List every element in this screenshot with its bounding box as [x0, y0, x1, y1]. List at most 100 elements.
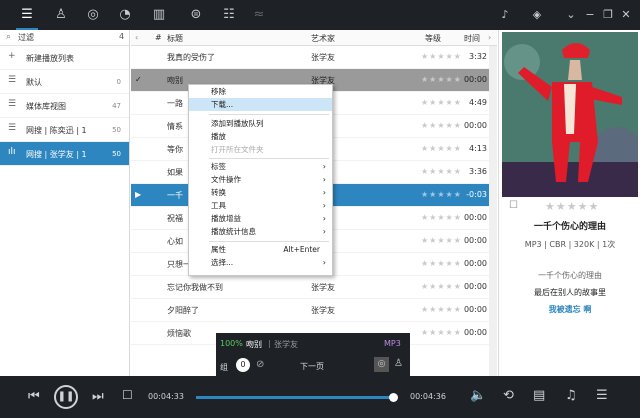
broadcast-icon[interactable]: ≈: [250, 6, 268, 24]
search-icon: ⌕: [6, 32, 12, 42]
lyric-line: 最后在别人的故事里: [534, 288, 606, 297]
menu-item-stats[interactable]: 播放统计信息 ›: [189, 225, 332, 238]
col-num[interactable]: #: [155, 33, 162, 42]
rating-stars[interactable]: ★★★★★: [421, 75, 462, 84]
previous-icon[interactable]: ⏮: [28, 389, 40, 404]
table-row[interactable]: 我真的受伤了 张学友 ★★★★★ 3:32: [131, 46, 497, 69]
rating-stars[interactable]: ★★★★★: [421, 305, 462, 314]
list-icon[interactable]: ☰: [596, 388, 608, 403]
settings-icon[interactable]: ◎: [374, 357, 389, 372]
menu-shortcut: Alt+Enter: [283, 245, 320, 254]
col-rating[interactable]: 等级: [425, 33, 441, 44]
sidebar-item-default[interactable]: ☰ 默认 0: [0, 70, 129, 94]
menu-item-select[interactable]: 选择... ›: [189, 256, 332, 269]
like-icon[interactable]: ☐: [509, 200, 518, 211]
col-artist[interactable]: 艺术家: [311, 33, 335, 44]
chevron-down-icon[interactable]: ⌄: [563, 7, 579, 23]
dial-icon[interactable]: ◔: [116, 6, 134, 24]
restore-icon[interactable]: ❐: [600, 7, 616, 23]
sidebar-item-count: 47: [112, 102, 121, 110]
chevron-right-icon[interactable]: ›: [488, 33, 491, 42]
minimize-icon[interactable]: −: [582, 7, 598, 23]
track-time: 00:00: [463, 75, 487, 84]
pause-button[interactable]: ❚❚: [54, 385, 78, 409]
sidebar-item-count: 0: [116, 78, 121, 86]
total-time: 00:04:36: [410, 392, 446, 401]
filter-bar[interactable]: ⌕ 过滤 4: [0, 30, 129, 46]
menu-item-tools[interactable]: 工具 ›: [189, 199, 332, 212]
filter-label: 过滤: [18, 33, 34, 42]
playing-icon: ▶: [135, 190, 142, 199]
sidebar-item-search-eason[interactable]: ☰ 网搜 | 陈奕迅 | 1 50: [0, 118, 129, 142]
track-time: 00:00: [463, 236, 487, 245]
next-icon[interactable]: ⏭: [92, 389, 104, 404]
menu-item-remove[interactable]: 移除: [189, 85, 332, 98]
track-time: 4:13: [469, 144, 487, 153]
block-icon[interactable]: ⊘: [256, 359, 264, 370]
rating-stars[interactable]: ★★★★★: [421, 98, 462, 107]
bars-icon[interactable]: ▥: [150, 6, 168, 24]
rating-stars[interactable]: ★★★★★: [421, 144, 462, 153]
progress-knob[interactable]: [389, 393, 398, 402]
sidebar-item-library[interactable]: ☰ 媒体库视图 47: [0, 94, 129, 118]
scrollbar[interactable]: [489, 46, 497, 376]
rating-stars[interactable]: ★★★★★: [421, 236, 462, 245]
menu-item-convert[interactable]: 转换 ›: [189, 186, 332, 199]
menu-item-file-ops[interactable]: 文件操作 ›: [189, 173, 332, 186]
mini-song: 吻别: [246, 340, 262, 349]
track-title: 等你: [167, 145, 183, 154]
equalizer-icon[interactable]: ⊜: [187, 6, 205, 24]
track-time: 00:00: [463, 213, 487, 222]
chevron-right-icon: ›: [322, 201, 326, 210]
sidebar-item-search-jacky[interactable]: ılı 网搜 | 张学友 | 1 50: [0, 142, 129, 166]
rating-stars[interactable]: ★★★★★: [421, 213, 462, 222]
user-icon[interactable]: ♙: [394, 358, 403, 369]
skin-icon[interactable]: ◈: [529, 7, 545, 23]
menu-item-replaygain[interactable]: 播放增益 ›: [189, 212, 332, 225]
rating-stars[interactable]: ★★★★★: [421, 52, 462, 61]
rating-stars[interactable]: ★★★★★: [421, 282, 462, 291]
sidebar-item-new-playlist[interactable]: + 新建播放列表: [0, 46, 129, 70]
menu-item-properties[interactable]: 属性 Alt+Enter: [189, 243, 332, 256]
menu-item-play[interactable]: 播放: [189, 130, 332, 143]
track-time: 4:49: [469, 98, 487, 107]
volume-icon[interactable]: 🔈: [470, 388, 486, 403]
rating-stars[interactable]: ★★★★★: [545, 200, 599, 213]
list-icon: ☰: [8, 75, 17, 85]
sliders-icon[interactable]: ☷: [220, 6, 238, 24]
tiktok-icon[interactable]: ♪: [497, 7, 513, 23]
user-icon[interactable]: ♙: [52, 6, 70, 24]
sidebar-item-label: 新建播放列表: [26, 54, 74, 63]
rating-stars[interactable]: ★★★★★: [421, 328, 462, 337]
rating-stars[interactable]: ★★★★★: [421, 190, 462, 199]
lyrics-icon[interactable]: ♫: [565, 388, 577, 403]
table-row[interactable]: 忘记你我做不到 张学友 ★★★★★ 00:00: [131, 276, 497, 299]
progress-track[interactable]: [196, 393, 398, 402]
menu-separator: [209, 114, 329, 115]
album-art: [502, 32, 638, 197]
menu-item-download[interactable]: 下载...: [189, 98, 332, 111]
track-title: 情系: [167, 122, 183, 131]
rating-stars[interactable]: ★★★★★: [421, 167, 462, 176]
track-time: 3:36: [469, 167, 487, 176]
sidebar-item-label: 网搜 | 陈奕迅 | 1: [26, 126, 87, 135]
collapse-icon[interactable]: ‹: [135, 33, 138, 42]
playlist-icon[interactable]: ☰: [16, 6, 38, 30]
table-row[interactable]: 夕阳醉了 张学友 ★★★★★ 00:00: [131, 299, 497, 322]
track-artist: 张学友: [311, 306, 335, 315]
equalizer-bars-icon[interactable]: ▤: [533, 388, 545, 403]
col-title[interactable]: 标题: [167, 33, 183, 44]
menu-item-add-queue[interactable]: 添加到播放队列: [189, 117, 332, 130]
menu-item-tags[interactable]: 标签 ›: [189, 160, 332, 173]
track-list-header: ‹ # 标题 艺术家 等级 时间 ›: [131, 30, 497, 46]
next-page-button[interactable]: 下一页: [300, 361, 324, 372]
track-title: 烦恼歌: [167, 329, 191, 338]
disc-icon[interactable]: ◎: [84, 6, 102, 24]
rating-stars[interactable]: ★★★★★: [421, 121, 462, 130]
menu-item-open-folder: 打开所在文件夹: [211, 145, 264, 154]
col-time[interactable]: 时间: [464, 33, 480, 44]
rating-stars[interactable]: ★★★★★: [421, 259, 462, 268]
repeat-icon[interactable]: ⟲: [503, 388, 514, 403]
close-icon[interactable]: ✕: [618, 7, 634, 23]
stop-icon[interactable]: ☐: [122, 388, 133, 402]
